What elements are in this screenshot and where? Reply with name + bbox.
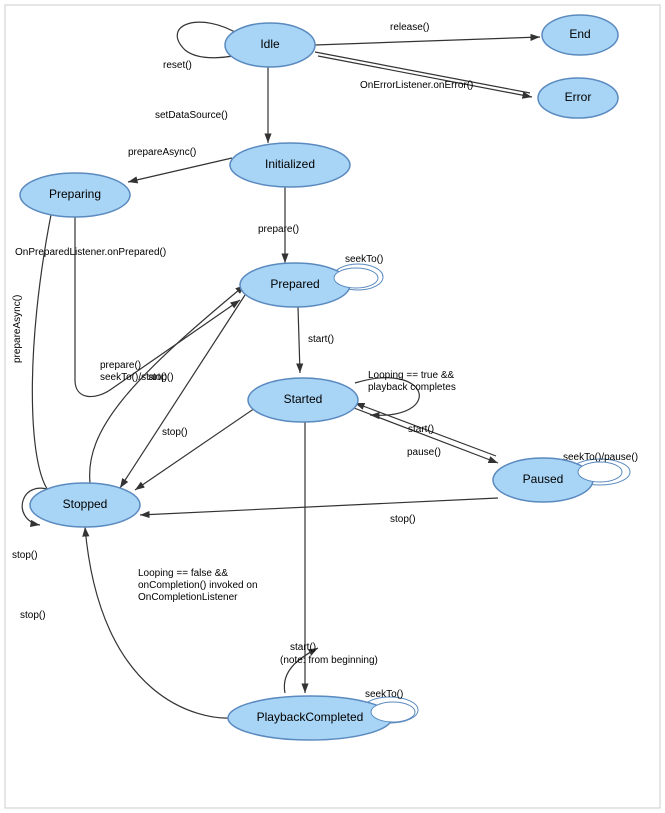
state-end-label: End	[569, 27, 590, 41]
label-note-beginning: (note: from beginning)	[280, 655, 378, 666]
label-looping2: playback completes	[368, 382, 456, 393]
state-playbackcompleted-label: PlaybackCompleted	[257, 710, 364, 724]
label-onprepared1: OnPreparedListener.onPrepared()	[15, 247, 166, 258]
label-setdatasource: setDataSource()	[155, 110, 228, 121]
label-looping1: Looping == true &&	[368, 370, 455, 381]
label-seekto-pause: seekTo()/pause()	[563, 452, 638, 463]
label-loopingfalse2: onCompletion() invoked on	[138, 580, 258, 591]
state-stopped-label: Stopped	[63, 497, 108, 511]
state-prepared-label: Prepared	[270, 277, 319, 291]
state-paused-label: Paused	[523, 472, 564, 486]
label-reset: reset()	[163, 60, 192, 71]
label-prepareasync-stopped: prepareAsync()	[12, 295, 23, 363]
label-start-playback: start()	[290, 642, 316, 653]
label-stop-stopped: stop()	[12, 550, 38, 561]
state-initialized-label: Initialized	[265, 157, 315, 171]
label-start-paused: start()	[408, 424, 434, 435]
label-seekto-playback: seekTo()	[365, 689, 403, 700]
label-loopingfalse3: OnCompletionListener	[138, 592, 238, 603]
label-prepare1: prepare()	[258, 224, 299, 235]
label-loopingfalse1: Looping == false &&	[138, 568, 228, 579]
paused-self-loop-shape	[578, 462, 622, 482]
label-prepare-stopped: prepare()	[100, 360, 141, 371]
state-started-label: Started	[284, 392, 323, 406]
label-onerror: OnErrorListener.onError()	[360, 80, 473, 91]
playback-self-loop-shape	[371, 702, 415, 722]
label-prepareasync1: prepareAsync()	[128, 147, 196, 158]
label-start1: start()	[308, 334, 334, 345]
label-stop-started: stop()	[162, 427, 188, 438]
state-diagram: reset() release() OnErrorListener.onErro…	[0, 0, 665, 813]
label-stop-paused: stop()	[390, 514, 416, 525]
state-preparing-label: Preparing	[49, 187, 101, 201]
label-release: release()	[390, 22, 429, 33]
state-error-label: Error	[565, 90, 592, 104]
state-idle-label: Idle	[260, 37, 280, 51]
prepared-self-loop-shape	[334, 268, 378, 288]
label-seekto-start: seekTo()/start()	[100, 372, 167, 383]
label-seekto-prepared: seekTo()	[345, 254, 383, 265]
label-stop-playback: stop()	[20, 610, 46, 621]
label-pause: pause()	[407, 447, 441, 458]
